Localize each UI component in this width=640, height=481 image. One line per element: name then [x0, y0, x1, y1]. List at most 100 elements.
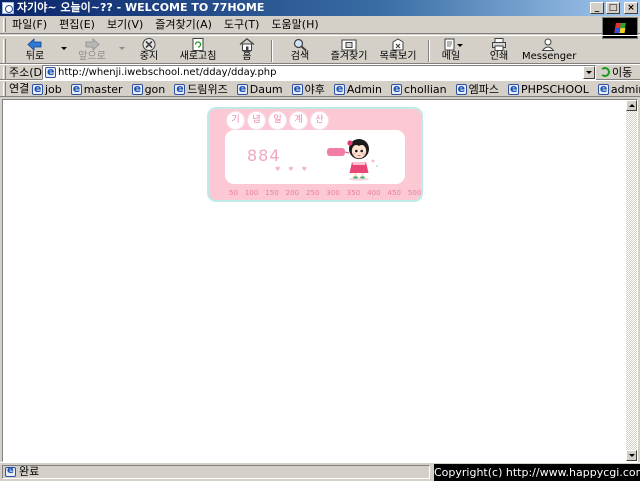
messenger-label: Messenger [522, 51, 577, 62]
scroll-down-button[interactable] [626, 450, 637, 461]
ie-page-icon [455, 82, 467, 95]
dday-title: 기 념 일 계 산 [227, 112, 328, 129]
link-admin[interactable]: Admin [333, 82, 382, 96]
scroll-up-button[interactable] [626, 100, 637, 111]
messenger-person-icon [540, 38, 556, 51]
link-master[interactable]: master [70, 82, 123, 96]
home-label: 홈 [242, 51, 252, 62]
home-button[interactable]: 홈 [236, 37, 258, 64]
forward-dropdown-icon[interactable] [119, 47, 125, 50]
refresh-icon [190, 38, 206, 51]
address-dropdown-button[interactable] [583, 66, 595, 79]
link-admin-php[interactable]: admin.php [597, 82, 640, 96]
done-page-icon [5, 465, 16, 477]
favorites-label: 즐겨찾기 [330, 51, 368, 62]
back-dropdown-icon[interactable] [61, 47, 67, 50]
menu-edit[interactable]: 편집(E) [57, 18, 97, 32]
status-bar: 완료 Copyright(c) http://www.happycgi.com [0, 462, 640, 481]
link-yahoo[interactable]: 야후 [291, 82, 325, 96]
address-grip[interactable] [3, 66, 6, 79]
link-phpschool[interactable]: PHPSCHOOL [507, 82, 589, 96]
menu-tools[interactable]: 도구(T) [222, 18, 262, 32]
refresh-button[interactable]: 새로고침 [177, 37, 219, 64]
ie-page-icon [597, 82, 609, 95]
windows-flag-lower-icon [614, 28, 626, 33]
maximize-button[interactable]: □ [606, 2, 620, 14]
mail-button[interactable]: 메일 [440, 37, 462, 64]
back-button[interactable]: 뒤로 [20, 37, 50, 64]
links-label: 연결 [9, 82, 30, 95]
ie-page-icon [507, 82, 519, 95]
address-bar: 주소(D) 이동 [0, 64, 640, 80]
refresh-label: 새로고침 [179, 51, 217, 62]
stop-label: 중지 [139, 51, 159, 62]
title-char: 산 [311, 112, 328, 129]
mail-dropdown-icon[interactable] [457, 44, 463, 47]
toolbar-separator [428, 40, 430, 62]
printer-icon [491, 38, 507, 51]
standard-toolbar: 뒤로 앞으로 중지 새로고침 홈 검색 즐겨찾기 목록보기 메일 인쇄 Mess… [0, 35, 640, 64]
home-icon [239, 38, 255, 51]
link-daum[interactable]: Daum [236, 82, 283, 96]
dday-counter-widget: 기 념 일 계 산 884 ♥ ♥ ♥ 50 100 150 200 250 3… [207, 107, 423, 202]
girl-character-illustration [327, 139, 378, 181]
link-empas[interactable]: 엠파스 [455, 82, 499, 96]
link-job[interactable]: job [32, 82, 62, 96]
ie-page-icon [236, 82, 248, 95]
day-count: 884 [247, 146, 281, 165]
links-grip[interactable] [3, 82, 6, 96]
search-icon [292, 38, 308, 52]
go-label: 이동 [612, 66, 633, 79]
menu-favorites[interactable]: 즐겨찾기(A) [153, 18, 214, 32]
menu-view[interactable]: 보기(V) [105, 18, 145, 32]
ie-page-icon [32, 82, 43, 95]
ie-page-icon [131, 82, 143, 95]
dday-scale: 50 100 150 200 250 300 350 400 450 500 [229, 189, 421, 197]
ie-page-icon [390, 82, 402, 95]
dday-display: 884 ♥ ♥ ♥ [225, 130, 405, 184]
ie-page-icon [70, 82, 82, 95]
menu-file[interactable]: 파일(F) [10, 18, 49, 32]
go-button[interactable]: 이동 [600, 66, 632, 79]
print-button[interactable]: 인쇄 [488, 37, 510, 64]
link-chollian[interactable]: chollian [390, 82, 447, 96]
scale-tick: 300 [326, 189, 340, 197]
status-text: 완료 [19, 465, 40, 478]
forward-button[interactable]: 앞으로 [74, 37, 110, 64]
title-bar[interactable]: 자기야~ 오늘이~?? - WELCOME TO 77HOME _ □ × [0, 0, 640, 16]
stop-icon [141, 38, 157, 51]
back-label: 뒤로 [25, 51, 45, 62]
address-field[interactable] [42, 65, 596, 80]
ie-app-icon[interactable] [2, 2, 14, 14]
scale-tick: 150 [265, 189, 279, 197]
favorites-button[interactable]: 즐겨찾기 [329, 37, 369, 64]
link-gon[interactable]: gon [131, 82, 165, 96]
vertical-scrollbar[interactable] [626, 100, 637, 461]
ie-page-icon [291, 82, 303, 95]
forward-arrow-icon [84, 38, 100, 51]
menu-bar: 파일(F) 편집(E) 보기(V) 즐겨찾기(A) 도구(T) 도움말(H) [0, 16, 640, 34]
menu-help[interactable]: 도움말(H) [269, 18, 320, 32]
link-dreamwiz[interactable]: 드림위즈 [174, 82, 228, 96]
scale-tick: 200 [285, 189, 300, 197]
menu-grip[interactable] [3, 18, 6, 32]
scale-tick: 400 [367, 189, 381, 197]
page-viewport[interactable]: 기 념 일 계 산 884 ♥ ♥ ♥ 50 100 150 200 250 3… [2, 99, 638, 462]
search-label: 검색 [290, 51, 310, 62]
address-label: 주소(D) [9, 66, 47, 79]
history-icon [390, 38, 406, 51]
page-icon [45, 65, 56, 78]
minimize-button[interactable]: _ [590, 2, 604, 14]
copyright-banner: Copyright(c) http://www.happycgi.com [434, 464, 640, 481]
address-input[interactable] [58, 66, 578, 79]
search-button[interactable]: 검색 [286, 37, 314, 64]
title-char: 계 [290, 112, 307, 129]
scale-tick: 250 [306, 189, 320, 197]
close-button[interactable]: × [624, 2, 638, 14]
history-button[interactable]: 목록보기 [378, 37, 418, 64]
print-label: 인쇄 [489, 51, 509, 62]
toolbar-grip[interactable] [3, 39, 6, 63]
status-panel: 완료 [2, 465, 430, 479]
stop-button[interactable]: 중지 [134, 37, 164, 64]
messenger-button[interactable]: Messenger [522, 37, 577, 64]
